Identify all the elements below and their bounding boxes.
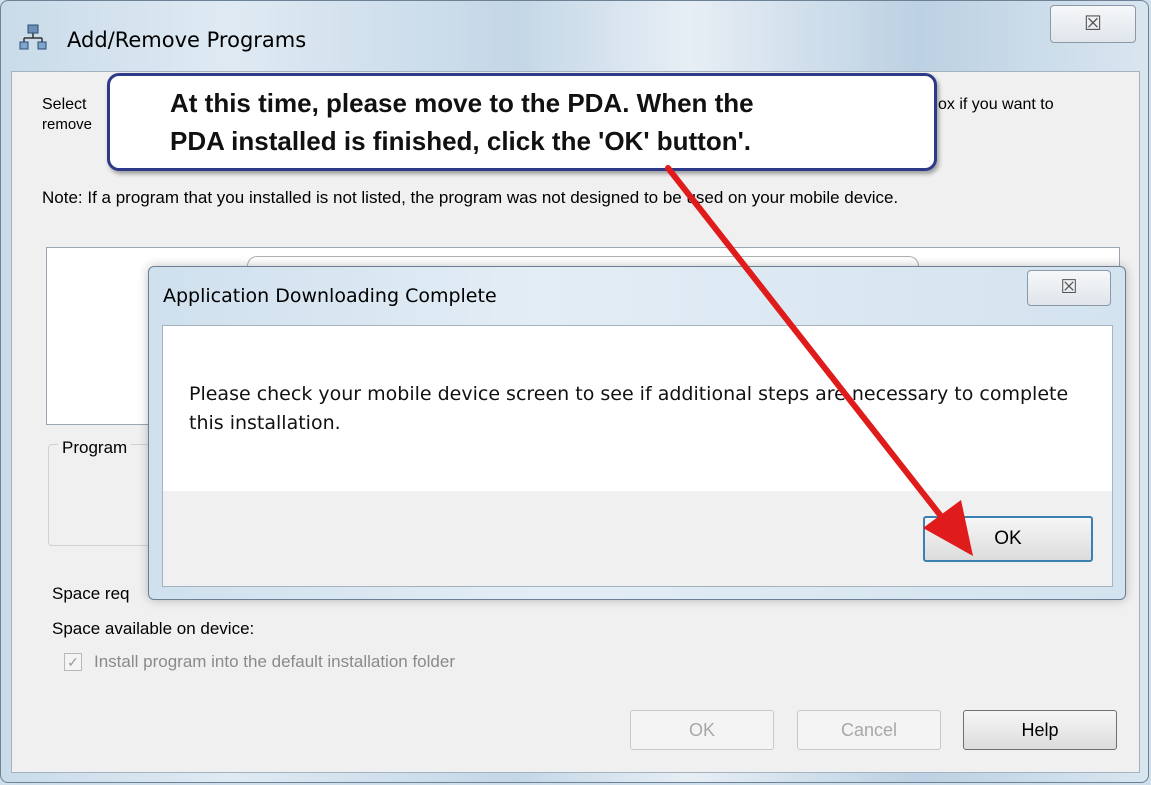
cancel-button[interactable]: Cancel (797, 710, 941, 750)
dialog-title: Application Downloading Complete (163, 285, 497, 307)
close-icon: ☒ (1060, 277, 1078, 298)
instruction-text-right: ox if you want to (938, 96, 1054, 113)
close-icon: ☒ (1084, 13, 1102, 35)
help-button[interactable]: Help (963, 710, 1117, 750)
title-bar[interactable]: Add/Remove Programs ☒ (1, 1, 1148, 71)
window-close-button[interactable]: ☒ (1050, 5, 1136, 43)
callout-line-2: PDA installed is finished, click the 'OK… (170, 126, 751, 156)
ok-button[interactable]: OK (630, 710, 774, 750)
note-text: Note: If a program that you installed is… (42, 188, 899, 207)
instruction-text-line2: remove (42, 116, 93, 133)
callout-line-1: At this time, please move to the PDA. Wh… (170, 88, 754, 118)
dialog-body: Please check your mobile device screen t… (162, 325, 1113, 587)
programs-icon (19, 23, 49, 53)
window-title: Add/Remove Programs (67, 28, 307, 52)
download-complete-dialog: Application Downloading Complete ☒ Pleas… (148, 266, 1126, 600)
dialog-close-button[interactable]: ☒ (1027, 270, 1111, 306)
install-default-label: Install program into the default install… (94, 652, 455, 671)
program-group-label: Program (58, 438, 132, 458)
dialog-message-area: Please check your mobile device screen t… (163, 326, 1112, 491)
checkmark-icon: ✓ (67, 654, 79, 670)
tutorial-callout: At this time, please move to the PDA. Wh… (107, 73, 937, 171)
space-available-label: Space available on device: (52, 619, 255, 638)
instruction-text-line1: Select (42, 96, 87, 113)
dialog-message: Please check your mobile device screen t… (189, 383, 1069, 434)
dialog-ok-button[interactable]: OK (923, 516, 1093, 562)
install-default-checkbox[interactable]: ✓ (64, 653, 82, 671)
space-required-label: Space req (52, 584, 130, 603)
